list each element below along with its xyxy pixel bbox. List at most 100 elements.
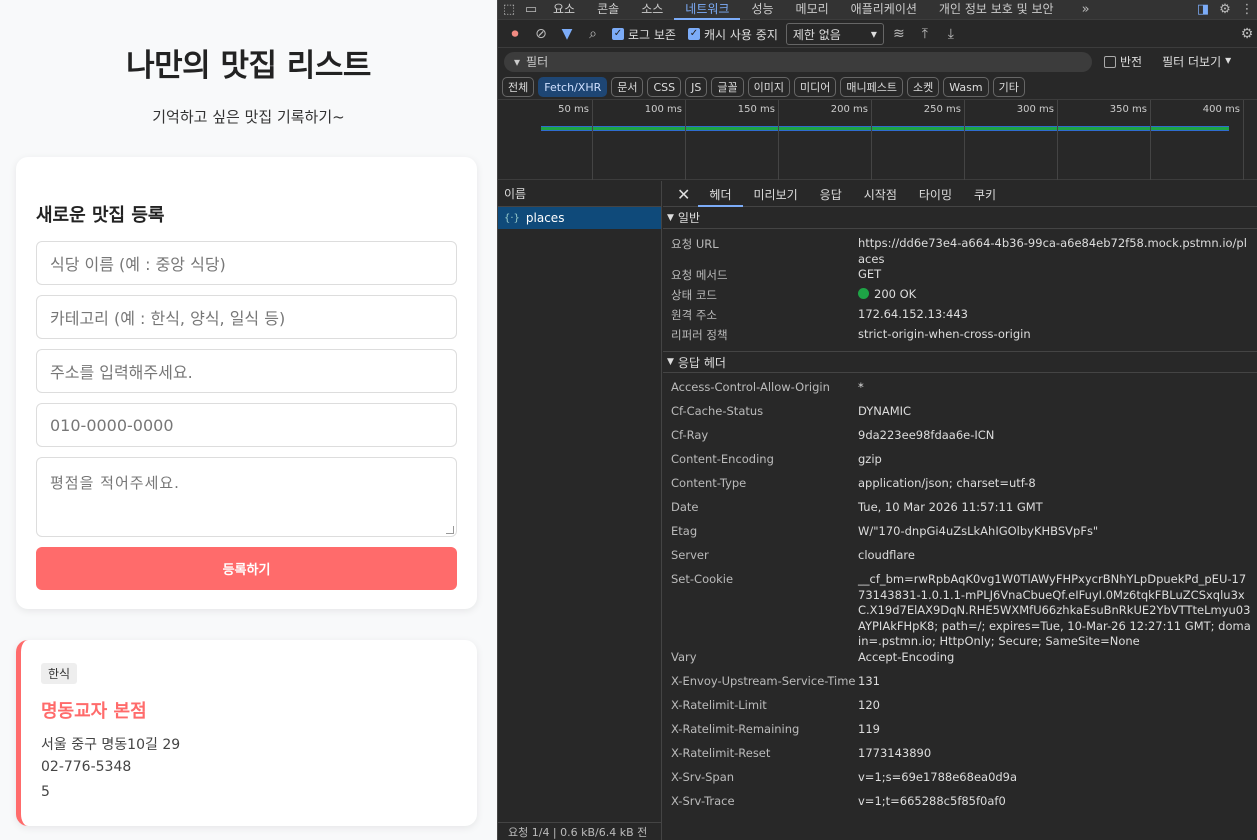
export-har-icon[interactable]: ⤓: [940, 23, 962, 45]
page-title: 나만의 맛집 리스트: [126, 48, 371, 84]
type-filter-8[interactable]: 매니페스트: [840, 77, 903, 97]
type-filter-5[interactable]: 글꼴: [711, 77, 744, 97]
clear-icon[interactable]: ⊘: [530, 23, 552, 45]
more-filters-button[interactable]: 필터 더보기 ▾: [1162, 53, 1231, 70]
header-name: X-Ratelimit-Remaining: [671, 721, 800, 736]
detail-tab-5[interactable]: 쿠키: [963, 181, 1007, 207]
detail-tab-2[interactable]: 응답: [809, 181, 853, 207]
type-filter-7[interactable]: 미디어: [794, 77, 837, 97]
tab-5[interactable]: 메모리: [785, 0, 840, 20]
phone-input[interactable]: 010-0000-0000: [36, 403, 457, 447]
preserve-log-checkbox[interactable]: ✓ 로그 보존: [612, 26, 676, 43]
timeline-tick: 150 ms: [738, 100, 779, 180]
timeline-tick: 300 ms: [1017, 100, 1058, 180]
header-name: 요청 URL: [671, 237, 719, 251]
more-tabs-icon[interactable]: »: [1075, 0, 1097, 20]
category-input[interactable]: 카테고리 (예 : 한식, 양식, 일식 등): [36, 295, 457, 339]
devtools-tabs: 요소 콘솔 소스 네트워크 성능 메모리 애플리케이션 개인 정보 보호 및 보안: [542, 0, 1065, 20]
throttle-select[interactable]: 제한 없음 ▾: [785, 23, 884, 45]
header-name: Cf-Cache-Status: [671, 404, 764, 418]
tab-3[interactable]: 네트워크: [674, 0, 741, 20]
type-filter-11[interactable]: 기타: [992, 77, 1025, 97]
kebab-menu-icon[interactable]: ⋮: [1236, 0, 1257, 20]
chevron-down-icon: ▾: [870, 27, 877, 41]
timeline-tick-label: 200 ms: [830, 104, 868, 115]
response-headers-section-header[interactable]: ▼ 응답 헤더: [663, 351, 1257, 373]
header-value: __cf_bm=rwRpbAqK0vg1W0TlAWyFHPxycrBNhYLp…: [858, 572, 1251, 648]
resize-handle-icon[interactable]: [446, 526, 454, 534]
devtools-tab-bar: ⬚ ▭ 요소 콘솔 소스 네트워크 성능 메모리 애플리케이션 개인 정보 보호 및 보안 »…: [498, 0, 1257, 20]
type-filter-10[interactable]: Wasm: [943, 77, 989, 97]
header-value: gzip: [858, 452, 882, 466]
detail-tab-0[interactable]: 헤더: [698, 181, 743, 207]
tab-2[interactable]: 소스: [630, 0, 674, 20]
network-settings-icon[interactable]: ⚙: [1236, 23, 1257, 45]
header-name: 리퍼러 정책: [671, 328, 728, 342]
tab-6[interactable]: 애플리케이션: [840, 0, 928, 20]
type-filter-0[interactable]: 전체: [502, 77, 535, 97]
timeline-tick-label: 300 ms: [1016, 104, 1054, 115]
header-value: Accept-Encoding: [858, 649, 955, 664]
category-badge: 한식: [41, 663, 78, 684]
tab-0[interactable]: 요소: [542, 0, 586, 20]
review-textarea[interactable]: 평점을 적어주세요.: [36, 457, 457, 537]
type-filter-2[interactable]: 문서: [611, 77, 644, 97]
header-value: W/"170-dnpGi4uZsLkAhIGOlbyKHBSVpFs": [858, 524, 1099, 538]
filter-input[interactable]: ▾ 필터: [504, 51, 1092, 72]
record-stop-icon[interactable]: ⏺: [504, 23, 526, 45]
tab-4[interactable]: 성능: [740, 0, 784, 20]
close-icon[interactable]: ✕: [663, 181, 698, 207]
detail-tab-4[interactable]: 타이밍: [908, 181, 963, 207]
header-row: Date Tue, 10 Mar 2026 11:57:11 GMT: [663, 500, 1257, 524]
detail-tab-1[interactable]: 미리보기: [743, 181, 809, 207]
type-filter-6[interactable]: 이미지: [747, 77, 790, 97]
filter-placeholder: 필터: [526, 55, 549, 69]
timeline-tick: 400 ms: [1203, 100, 1244, 180]
header-row: 상태 코드 200 OK: [663, 287, 1257, 307]
tab-7[interactable]: 개인 정보 보호 및 보안: [928, 0, 1065, 20]
place-address: 서울 중구 명동10길 29: [41, 737, 181, 753]
header-name: X-Ratelimit-Limit: [671, 697, 767, 712]
filter-funnel-icon[interactable]: ▼: [556, 23, 578, 45]
timeline-tick-label: 350 ms: [1109, 104, 1147, 115]
header-value: application/json; charset=utf-8: [858, 476, 1036, 490]
status-dot-icon: [858, 288, 869, 299]
filter-icon: ▾: [514, 54, 521, 69]
fetch-icon: {·}: [504, 212, 520, 224]
network-timeline[interactable]: 50 ms 100 ms 150 ms 200 ms 250 ms 300 ms 350 m…: [498, 99, 1257, 180]
header-value: 131: [858, 673, 880, 688]
response-headers-title: 응답 헤더: [677, 355, 726, 370]
header-name: Set-Cookie: [671, 572, 734, 586]
response-header-rows: Access-Control-Allow-Origin * Cf-Cache-Sta…: [663, 373, 1257, 818]
request-detail: ✕ 헤더 미리보기 응답 시작점 타이밍 쿠키 ▼ 일반 요청 URL https://dd…: [663, 181, 1257, 840]
timeline-tick: 250 ms: [924, 100, 965, 180]
invert-label: 반전: [1120, 55, 1143, 69]
device-toolbar-icon[interactable]: ▭: [520, 0, 542, 20]
network-conditions-icon[interactable]: ≋: [888, 23, 910, 45]
header-row: X-Ratelimit-Limit 120: [663, 698, 1257, 722]
request-timing-bar: [541, 126, 1229, 131]
detail-tab-3[interactable]: 시작점: [853, 181, 908, 207]
inspect-icon[interactable]: ⬚: [498, 0, 520, 20]
search-icon[interactable]: ⌕: [582, 23, 604, 45]
disable-cache-checkbox[interactable]: ✓ 캐시 사용 중지: [687, 26, 778, 43]
submit-button[interactable]: 등록하기: [36, 547, 457, 590]
timeline-tick-label: 250 ms: [923, 104, 961, 115]
type-filter-3[interactable]: CSS: [647, 77, 682, 97]
header-value: 120: [858, 697, 880, 712]
general-rows: 요청 URL https://dd6e73e4-a664-4b36-99ca-a6…: [663, 229, 1257, 351]
tab-1[interactable]: 콘솔: [586, 0, 630, 20]
type-filter-9[interactable]: 소켓: [906, 77, 940, 97]
ai-assist-icon[interactable]: ◨: [1192, 0, 1214, 20]
general-section-header[interactable]: ▼ 일반: [663, 207, 1257, 229]
restaurant-name-input[interactable]: 식당 이름 (예 : 중앙 식당): [36, 241, 457, 285]
import-har-icon[interactable]: ⤒: [914, 23, 936, 45]
request-list-header[interactable]: 이름: [498, 181, 661, 207]
request-row[interactable]: {·} places: [498, 207, 661, 229]
more-filters-label: 필터 더보기: [1162, 55, 1222, 69]
invert-checkbox[interactable]: 반전: [1104, 53, 1142, 70]
address-input[interactable]: 주소를 입력해주세요.: [36, 349, 457, 393]
type-filter-1[interactable]: Fetch/XHR: [538, 77, 608, 97]
settings-icon[interactable]: ⚙: [1214, 0, 1236, 20]
type-filter-4[interactable]: JS: [685, 77, 708, 97]
